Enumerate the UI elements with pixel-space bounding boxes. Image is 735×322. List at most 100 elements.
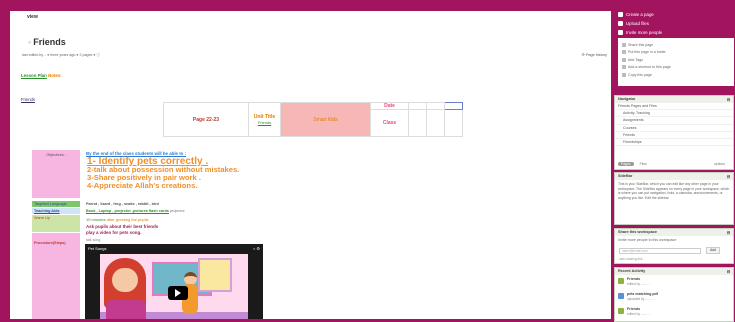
page-history-label: Page history xyxy=(585,53,607,57)
nav-item[interactable]: Activity, Tracking xyxy=(615,110,733,118)
nav-item[interactable]: Courses xyxy=(615,125,733,132)
objective-item: 4-Appreciate Allah's creations. xyxy=(87,181,198,190)
class-cell-2 xyxy=(426,109,445,137)
collapse-icon[interactable]: ⊟ xyxy=(727,230,730,235)
navigator-header: Navigator ⊟ xyxy=(615,96,733,103)
recent-item-title: pets matching.pdf xyxy=(627,292,658,296)
tab-view[interactable]: view xyxy=(21,13,44,22)
add-tags-action[interactable]: Add Tags xyxy=(622,56,730,64)
class-label: Class xyxy=(370,109,409,137)
shortcut-action[interactable]: Add a shortcut to this page xyxy=(622,64,730,72)
warm-up-line-2: Ask pupils about their best friends xyxy=(86,224,159,229)
collapse-icon[interactable]: ⊟ xyxy=(727,97,730,102)
history-icon: ⟳ xyxy=(581,53,585,57)
share-add-button[interactable]: Add xyxy=(706,247,720,254)
nav-item[interactable]: Friends xyxy=(615,132,733,139)
collapse-icon[interactable]: ⊟ xyxy=(727,269,730,274)
tag-icon xyxy=(622,57,626,62)
recent-activity-panel: Recent Activity ⊟ Friends edited by ......… xyxy=(614,267,734,322)
nav-files-button[interactable]: Files xyxy=(640,162,647,166)
nav-item[interactable]: Friendships xyxy=(615,139,733,147)
nav-item[interactable]: Assignments xyxy=(615,117,733,125)
page-title: ◦ Friends xyxy=(28,37,66,47)
recent-item[interactable]: pets matching.pdf uploaded by ........ .. xyxy=(615,290,733,305)
navigator-footer: Pages Files options xyxy=(618,162,725,166)
shortcut-icon xyxy=(622,65,626,70)
folder-action[interactable]: Put this page in a folder xyxy=(622,49,730,57)
lesson-header-table: Page 22-23 Unit Title Friends Smart Kids… xyxy=(163,102,463,137)
folder-label: Put this page in a folder xyxy=(628,50,666,55)
tab-edit[interactable]: edit xyxy=(44,13,65,22)
recent-item[interactable]: Friends edited by ........ .. xyxy=(615,275,733,290)
share-title: Share this workspace xyxy=(618,230,658,234)
share-text: Invite more people to this workspace xyxy=(618,238,677,242)
warm-up-line-3: play a video for pets song. xyxy=(86,230,142,235)
unit-title-link[interactable]: Friends xyxy=(249,120,280,125)
lesson-plan-link[interactable]: Lesson Plan xyxy=(21,73,47,78)
date-cell-2 xyxy=(426,102,445,110)
thumbnail-girl-body xyxy=(106,300,146,319)
invite-people-label: Invite more people xyxy=(626,30,663,35)
sidebar-panel: SideBar ⊟ This is your SideBar, which you… xyxy=(614,172,734,225)
page-meta: last edited by .. ● three years ago ● 2 … xyxy=(22,53,101,57)
share-page-label: Share this page xyxy=(628,42,654,47)
copy-page-label: Copy this page xyxy=(628,72,652,77)
date-label: Date xyxy=(370,102,409,110)
targeted-language-text: Parrot , lizard , frog , snake , rabbit … xyxy=(86,202,159,206)
recent-item[interactable]: Friends edited by ........ .. xyxy=(615,305,733,320)
share-link[interactable]: user-sharing-link xyxy=(619,257,643,261)
play-button-icon[interactable] xyxy=(168,286,188,300)
upload-files-link[interactable]: Upload files xyxy=(618,19,728,28)
create-page-icon xyxy=(618,12,623,17)
navigator-panel: Navigator ⊟ Friends Pages and Files Activ… xyxy=(614,95,734,170)
recent-header: Recent Activity ⊟ xyxy=(615,268,733,275)
share-header: Share this workspace ⊟ xyxy=(615,229,733,236)
recent-item-text: Friends edited by ........ .. xyxy=(627,307,651,318)
file-icon xyxy=(618,293,624,299)
upload-files-label: Upload files xyxy=(626,21,649,26)
copy-page-action[interactable]: Copy this page xyxy=(622,71,730,79)
invite-people-link[interactable]: Invite more people xyxy=(618,28,728,37)
share-panel: Share this workspace ⊟ Invite more people… xyxy=(614,228,734,264)
recent-item-text: Friends edited by ........ .. xyxy=(627,277,651,288)
nav-pages-button[interactable]: Pages xyxy=(618,162,634,166)
targeted-language-label: Targeted Language xyxy=(32,201,80,207)
add-tags-label: Add Tags xyxy=(628,57,643,62)
teaching-aids-label[interactable]: Teaching Aids xyxy=(32,208,80,214)
page-history-link[interactable]: ⟳ Page history xyxy=(582,52,607,57)
objectives-label: Objectives : xyxy=(32,150,80,198)
sidebar-text: This is your SideBar, which you can edit… xyxy=(618,182,730,200)
notes-label: Notes: xyxy=(48,73,62,78)
teaching-aids-text: Book , Laptop , projector ,pictures flas… xyxy=(86,209,185,213)
video-title-bar: Pet Songs < ⚙ xyxy=(85,244,263,254)
procedure-label: Procedure(Steps) xyxy=(32,233,80,319)
class-cell-3 xyxy=(444,109,463,137)
friends-link[interactable]: Friends xyxy=(21,97,35,102)
video-controls[interactable]: < ⚙ xyxy=(253,246,260,252)
top-action-menu: Create a page Upload files Invite more p… xyxy=(618,10,728,37)
warm-up-label: Warm Up xyxy=(32,215,80,232)
navigator-title: Navigator xyxy=(618,97,636,101)
video-player[interactable]: Pet Songs < ⚙ xyxy=(85,244,263,319)
class-cell-1 xyxy=(408,109,427,137)
copy-icon xyxy=(622,72,626,77)
warm-up-line-1: 10 minutes after greeting the pupils xyxy=(86,217,149,222)
invite-icon xyxy=(618,30,623,35)
warm-up-duration: 10 minutes xyxy=(86,217,106,222)
recent-title: Recent Activity xyxy=(618,269,646,273)
nav-options-button[interactable]: options xyxy=(714,162,734,166)
page-actions: Share this page Put this page in a folde… xyxy=(618,38,734,86)
share-page-action[interactable]: Share this page xyxy=(622,41,730,49)
teaching-aids-links[interactable]: Book , Laptop , projector ,pictures flas… xyxy=(86,209,169,213)
date-cell-1 xyxy=(408,102,427,110)
collapse-icon[interactable]: ⊟ xyxy=(727,174,730,179)
folder-icon xyxy=(622,50,626,55)
share-email-input[interactable]: name@email.com xyxy=(619,248,701,254)
edit-icon xyxy=(618,308,624,314)
nav-item[interactable]: Friends Pages and Files xyxy=(615,103,733,111)
video-thumbnail xyxy=(100,254,248,319)
video-title: Pet Songs xyxy=(88,246,107,251)
create-page-link[interactable]: Create a page xyxy=(618,10,728,19)
brand-cell: Smart Kids xyxy=(280,102,371,137)
thumbnail-girl-face xyxy=(112,268,138,292)
